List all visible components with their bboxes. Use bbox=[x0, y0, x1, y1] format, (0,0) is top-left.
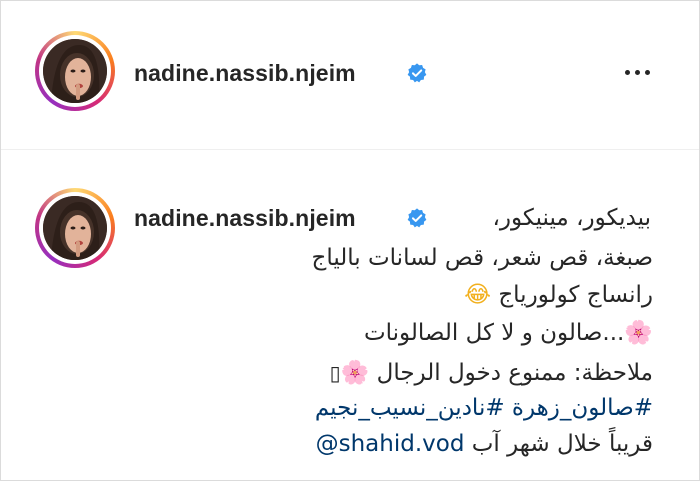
flower-emoji-icon: 🌸 bbox=[340, 360, 370, 386]
laughing-emoji-icon: 😂 bbox=[464, 282, 492, 308]
mention-link[interactable]: @shahid.vod bbox=[316, 431, 465, 457]
post-header: nadine.nassib.njeim bbox=[1, 1, 699, 150]
post-author-username[interactable]: nadine.nassib.njeim bbox=[134, 60, 356, 87]
caption-line-text: قريباً خلال شهر آب bbox=[471, 431, 653, 457]
caption-line: ملاحظة: ممنوع دخول الرجال 🌸▯ bbox=[113, 359, 653, 386]
dot bbox=[644, 69, 650, 75]
caption-line: بيديكور، مينيكور، bbox=[492, 205, 652, 231]
verified-badge-icon bbox=[407, 63, 427, 83]
caption-line: رانساج كولورياج 😂 bbox=[113, 282, 653, 308]
instagram-post: nadine.nassib.njeim nadine.nassib.njeim … bbox=[0, 0, 700, 481]
story-ring[interactable] bbox=[35, 31, 115, 111]
more-options-icon[interactable] bbox=[617, 57, 657, 87]
dot bbox=[624, 69, 630, 75]
caption-line-text: ملاحظة: ممنوع دخول الرجال bbox=[376, 360, 653, 386]
flower-emoji-icon: 🌸 bbox=[624, 320, 653, 346]
caption-line-text: ...صالون و لا كل الصالونات bbox=[363, 320, 625, 346]
missing-glyph-icon: ▯ bbox=[329, 361, 341, 385]
avatar[interactable] bbox=[43, 39, 107, 103]
caption-line-text: رانساج كولورياج bbox=[498, 282, 653, 308]
avatar-photo bbox=[43, 196, 107, 260]
verified-badge-icon bbox=[407, 208, 427, 228]
avatar-photo bbox=[43, 39, 107, 103]
caption-author-username[interactable]: nadine.nassib.njeim bbox=[134, 205, 356, 232]
caption-story-ring[interactable] bbox=[35, 188, 115, 268]
caption-line: صبغة، قص شعر، قص لسانات بالياج bbox=[311, 245, 653, 271]
hashtag-links[interactable]: #صالون_زهرة #نادين_نسيب_نجيم bbox=[113, 395, 653, 421]
dot bbox=[634, 69, 640, 75]
caption-line: قريباً خلال شهر آب @shahid.vod bbox=[113, 431, 653, 457]
caption-avatar[interactable] bbox=[43, 196, 107, 260]
caption-line: 🌸...صالون و لا كل الصالونات bbox=[113, 319, 653, 346]
